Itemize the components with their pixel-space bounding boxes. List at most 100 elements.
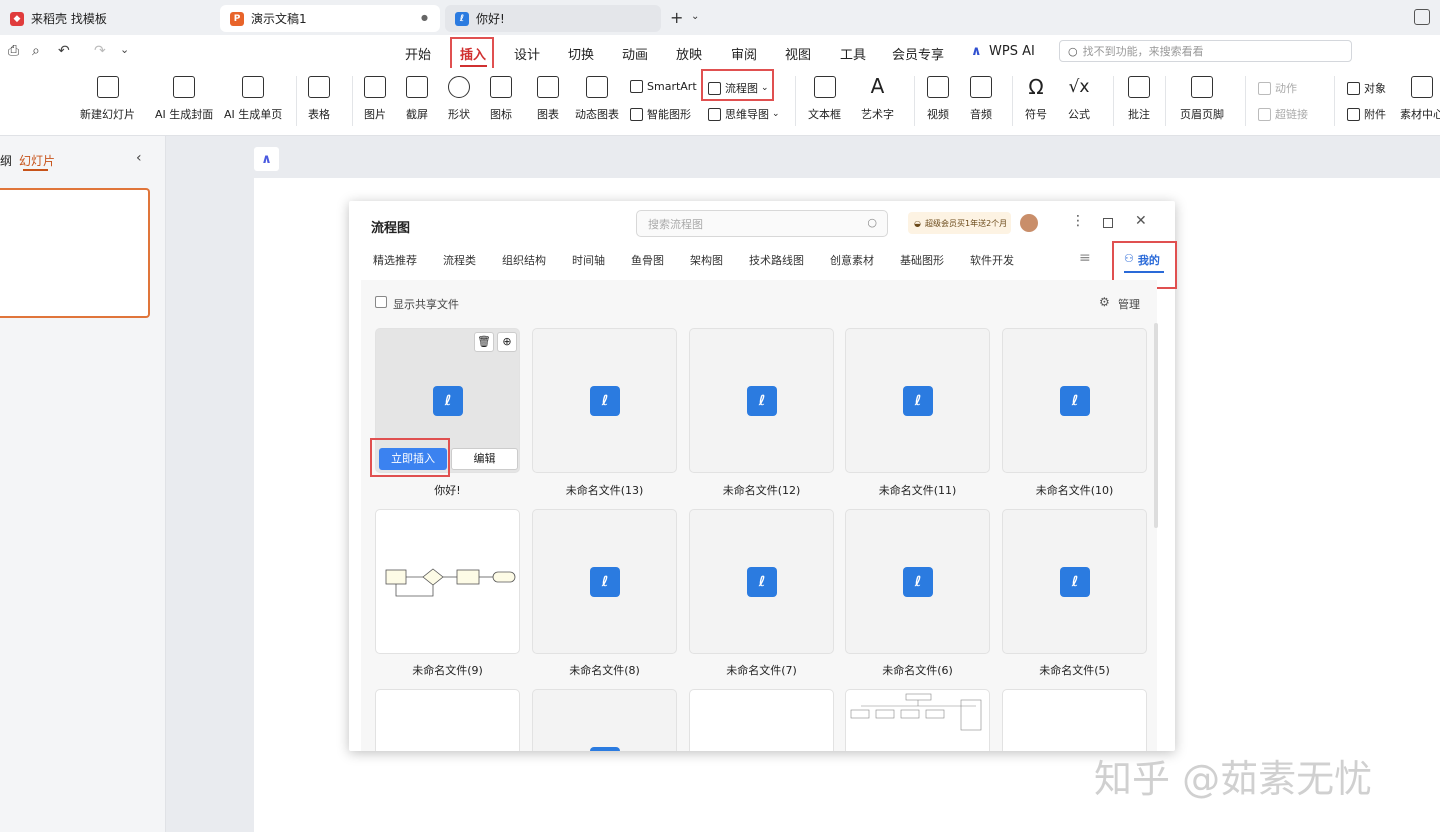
file-card[interactable]: ℓ [689,509,834,654]
tab-software[interactable]: 软件开发 [970,252,1014,268]
wps-ai-icon[interactable]: ∧ [971,44,982,59]
shape-button[interactable]: 形状 [448,76,470,122]
new-tab-icon[interactable]: + [670,8,683,27]
file-card[interactable] [689,689,834,751]
tab-process[interactable]: 流程类 [443,252,476,268]
textbox-button[interactable]: 文本框 [808,76,841,122]
ai-cover-button[interactable]: AI 生成封面 [155,76,213,122]
tab-architecture[interactable]: 架构图 [690,252,723,268]
chevron-down-icon[interactable]: ⌄ [691,11,699,22]
scrollbar[interactable] [1154,323,1158,528]
file-card[interactable] [1002,689,1147,751]
flowchart-file-icon: ℓ [1060,386,1090,416]
ai-page-button[interactable]: AI 生成单页 [224,76,282,122]
show-shared-checkbox[interactable] [375,296,387,308]
tab-fishbone[interactable]: 鱼骨图 [631,252,664,268]
divider [352,76,353,126]
tab-timeline[interactable]: 时间轴 [572,252,605,268]
material-center-button[interactable]: 素材中心 [1400,76,1440,122]
divider [296,76,297,126]
tab-creative[interactable]: 创意素材 [830,252,874,268]
collapse-chevron-icon[interactable]: ‹ [136,150,142,166]
action-button[interactable]: 动作 [1258,80,1297,96]
menu-tools[interactable]: 工具 [840,44,866,63]
menu-animation[interactable]: 动画 [622,44,648,63]
icon-button[interactable]: 图标 [490,76,512,122]
menu-view[interactable]: 视图 [785,44,811,63]
file-card[interactable] [845,689,990,751]
new-slide-icon [96,76,119,98]
flowchart-search-input[interactable]: 搜索流程图 ○ [636,210,888,237]
edit-button[interactable]: 编辑 [451,448,518,470]
file-card[interactable]: ℓ [1002,328,1147,473]
formula-button[interactable]: √x 公式 [1068,76,1090,122]
tab-basic-shapes[interactable]: 基础图形 [900,252,944,268]
outline-tab[interactable]: 纲 [0,152,12,169]
menu-review[interactable]: 审阅 [731,44,757,63]
slides-tab[interactable]: 幻灯片 [19,152,55,169]
maximize-icon[interactable] [1103,218,1113,228]
title-tab-bar: ◆ 来稻壳 找模板 P 演示文稿1 ● ℓ 你好! + ⌄ [0,0,1440,35]
header-footer-button[interactable]: 页眉页脚 [1180,76,1224,122]
new-slide-button[interactable]: 新建幻灯片 [80,76,135,122]
print-preview-icon[interactable]: ⌕ [32,43,40,59]
unsaved-dot-icon[interactable]: ● [421,13,428,22]
tab-flowchart[interactable]: ℓ 你好! [445,5,661,32]
dynamic-chart-button[interactable]: 动态图表 [575,76,619,122]
tab-featured[interactable]: 精选推荐 [373,252,417,268]
mindmap-button[interactable]: 思维导图 ⌄ [708,106,780,122]
video-button[interactable]: 视频 [927,76,949,122]
redo-icon[interactable]: ↷ [94,43,106,59]
tab-docer[interactable]: ◆ 来稻壳 找模板 [0,5,214,32]
gear-icon[interactable]: ⚙ [1099,295,1110,309]
menu-wps-ai[interactable]: WPS AI [989,44,1035,59]
ai-assistant-icon[interactable]: ∧ [254,147,279,171]
screenshot-button[interactable]: 截屏 [406,76,428,122]
file-card[interactable]: ℓ [1002,509,1147,654]
manage-button[interactable]: 管理 [1118,296,1140,312]
hyperlink-button[interactable]: 超链接 [1258,106,1308,122]
picture-button[interactable]: 图片 [364,76,386,122]
more-icon[interactable]: ⋮ [1071,213,1085,229]
file-card[interactable]: ℓ [532,328,677,473]
tab-label: 演示文稿1 [251,12,307,26]
print-icon[interactable]: ⎙ [8,43,19,59]
wordart-button[interactable]: A 艺术字 [861,76,894,122]
menu-slideshow[interactable]: 放映 [676,44,702,63]
trash-icon[interactable]: 🗑 [474,332,494,352]
avatar[interactable] [1020,214,1038,232]
file-card[interactable] [375,689,520,751]
account-icon[interactable] [1414,9,1430,25]
more-chevron-icon[interactable]: ⌄ [120,43,129,56]
tab-org[interactable]: 组织结构 [502,252,546,268]
smart-shape-button[interactable]: 智能图形 [630,106,691,122]
slide-thumbnail[interactable] [0,188,150,318]
file-card[interactable]: ℓ [845,509,990,654]
symbol-button[interactable]: Ω 符号 [1025,76,1047,122]
close-icon[interactable]: ✕ [1135,213,1147,229]
search-input[interactable]: ○ 找不到功能，来搜索看看 [1059,40,1352,62]
vip-badge[interactable]: ◒ 超级会员买1年送2个月 [908,212,1011,234]
table-button[interactable]: 表格 [308,76,330,122]
comment-button[interactable]: 批注 [1128,76,1150,122]
menu-start[interactable]: 开始 [405,44,431,63]
menu-icon[interactable]: ≡ [1079,250,1091,266]
zoom-in-icon[interactable]: ⊕ [497,332,517,352]
menu-member[interactable]: 会员专享 [892,44,944,63]
tab-presentation[interactable]: P 演示文稿1 ● [220,5,440,32]
attachment-button[interactable]: 附件 [1347,106,1386,122]
file-card[interactable]: ℓ [845,328,990,473]
file-card[interactable] [375,509,520,654]
file-card[interactable]: ℓ [532,509,677,654]
chart-button[interactable]: 图表 [537,76,559,122]
menu-design[interactable]: 设计 [514,44,540,63]
menu-transition[interactable]: 切换 [568,44,594,63]
file-row-partial: ℓ [375,689,1165,751]
object-button[interactable]: 对象 [1347,80,1386,96]
undo-icon[interactable]: ↶ [58,43,70,59]
audio-button[interactable]: 音频 [970,76,992,122]
tab-tech-roadmap[interactable]: 技术路线图 [749,252,804,268]
file-card[interactable]: ℓ [532,689,677,751]
smartart-button[interactable]: SmartArt [630,80,697,93]
file-card[interactable]: ℓ [689,328,834,473]
